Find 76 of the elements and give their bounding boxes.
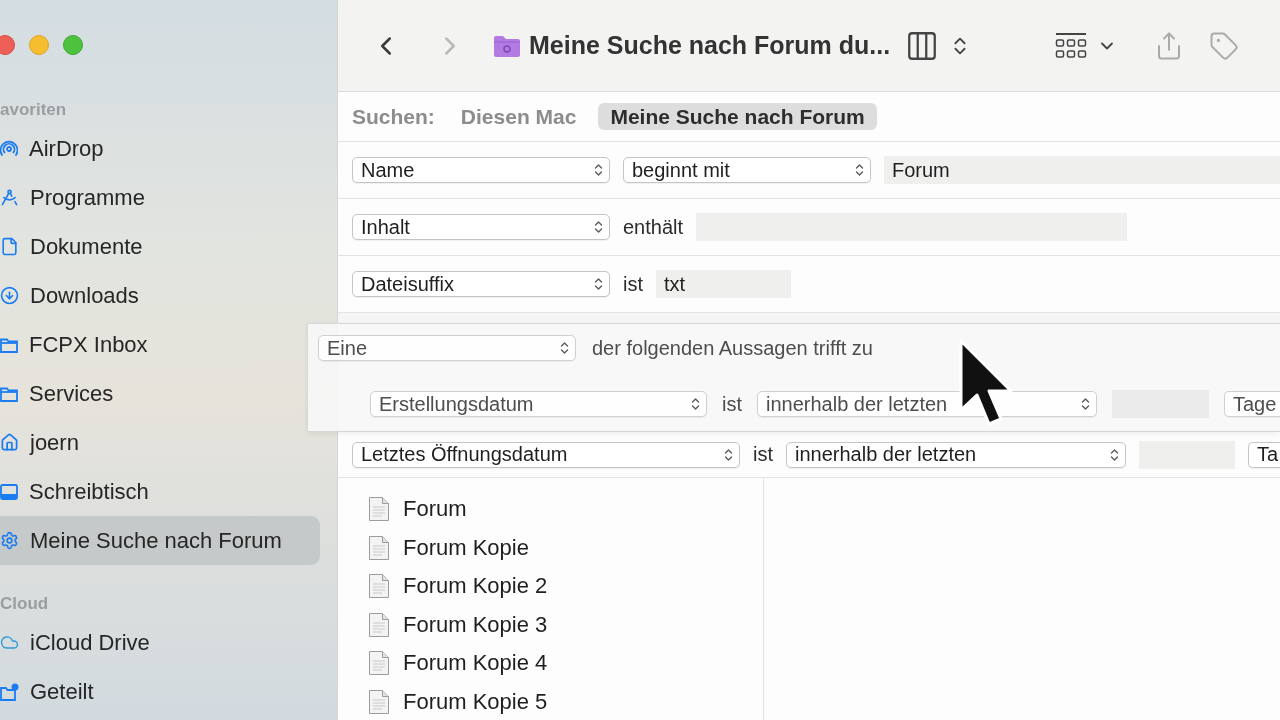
sidebar-item[interactable]: iCloud Drive: [0, 618, 156, 667]
file-item[interactable]: Forum Kopie 5: [368, 682, 554, 720]
download-circle-icon: [0, 286, 19, 305]
window-title: Meine Suche nach Forum du...: [529, 31, 891, 60]
sidebar-item[interactable]: Programme: [0, 173, 151, 222]
file-item[interactable]: Forum Kopie 2: [368, 567, 554, 606]
sidebar-section-title: avoriten: [0, 100, 67, 120]
popup-button[interactable]: Name: [352, 157, 610, 183]
operator-label: ist: [722, 392, 742, 416]
folder-icon: [493, 33, 521, 58]
dragged-criteria-group[interactable]: Eine der folgenden Aussagen trifft zu Erstellungsdatum ist innerhalb der letzten Tage: [307, 323, 1280, 432]
text-field[interactable]: txt: [656, 270, 791, 298]
document-icon: [368, 573, 390, 600]
sidebar-section-title: Cloud: [0, 594, 49, 614]
document-icon: [368, 534, 390, 561]
document-icon: [368, 611, 390, 638]
tag-icon: [1209, 30, 1239, 61]
minimize-button[interactable]: [29, 35, 49, 55]
tag-button[interactable]: [1209, 30, 1239, 61]
popup-button[interactable]: Dateisuffix: [352, 271, 610, 297]
document-icon: [368, 496, 390, 523]
popup-button[interactable]: beginnt mit: [623, 157, 871, 183]
sidebar-item[interactable]: Services: [0, 369, 120, 418]
updown-chevron-icon: [691, 397, 700, 411]
close-button[interactable]: [0, 35, 15, 55]
sidebar-item[interactable]: Meine Suche nach Forum: [0, 516, 320, 565]
sidebar-item[interactable]: AirDrop: [0, 124, 110, 173]
icon-grid-icon: [1055, 31, 1087, 60]
popup-button[interactable]: innerhalb der letzten: [786, 441, 1126, 468]
operator-label: der folgenden Aussagen trifft zu: [592, 336, 873, 360]
document-icon: [368, 688, 390, 715]
sidebar-item[interactable]: joern: [0, 418, 85, 467]
sidebar-item[interactable]: Geteilt: [0, 667, 100, 716]
text-field[interactable]: Forum: [884, 156, 1280, 184]
popup-button[interactable]: Letztes Öffnungsdatum: [352, 441, 740, 468]
folder-icon: [0, 336, 18, 353]
sidebar-item[interactable]: Downloads: [0, 271, 145, 320]
search-scope-label: Suchen:: [352, 104, 435, 129]
file-item[interactable]: Forum: [368, 490, 473, 529]
folder-badge-icon: [0, 682, 19, 701]
operator-label: enthält: [623, 215, 684, 239]
sidebar-item[interactable]: Schreibtisch: [0, 467, 155, 516]
gear-icon: [0, 531, 19, 550]
popup-button[interactable]: Inhalt: [352, 214, 610, 240]
sidebar-item[interactable]: FCPX Inbox: [0, 320, 154, 369]
desktop-icon: [0, 483, 18, 500]
updown-chevron-icon: [724, 447, 733, 462]
sidebar-item[interactable]: Dokumente: [0, 222, 149, 271]
file-item[interactable]: Forum Kopie: [368, 528, 535, 567]
popup-button[interactable]: Tage: [1224, 391, 1280, 417]
pointer-arrow-icon: [958, 338, 1014, 428]
updown-chevron-icon: [594, 220, 603, 234]
updown-chevron-icon: [855, 163, 864, 177]
document-icon: [368, 650, 390, 677]
updown-chevron-icon: [1081, 397, 1090, 411]
file-item[interactable]: Forum Kopie 4: [368, 644, 554, 683]
cloud-icon: [0, 633, 19, 652]
group-button[interactable]: [1055, 31, 1087, 60]
popup-button[interactable]: innerhalb der letzten: [757, 391, 1097, 417]
updown-chevron-icon: [594, 277, 603, 291]
updown-chevron-icon: [594, 163, 603, 177]
radio-waves-icon: [0, 138, 18, 159]
operator-label: ist: [623, 272, 643, 296]
zoom-button[interactable]: [63, 35, 83, 55]
updown-chevron-icon: [560, 341, 569, 355]
house-icon: [0, 433, 19, 452]
popup-button[interactable]: Erstellungsdatum: [370, 391, 707, 417]
updown-chevron-icon: [1110, 447, 1119, 462]
operator-label: ist: [753, 443, 773, 466]
folder-icon: [0, 385, 18, 402]
drafting-compass-icon: [0, 188, 19, 207]
document-icon: [0, 237, 19, 256]
scope-button[interactable]: Meine Suche nach Forum: [598, 103, 877, 130]
popup-button[interactable]: Eine: [318, 335, 576, 361]
file-item[interactable]: Forum Kopie 3: [368, 605, 554, 644]
popup-button[interactable]: Ta: [1248, 441, 1280, 468]
